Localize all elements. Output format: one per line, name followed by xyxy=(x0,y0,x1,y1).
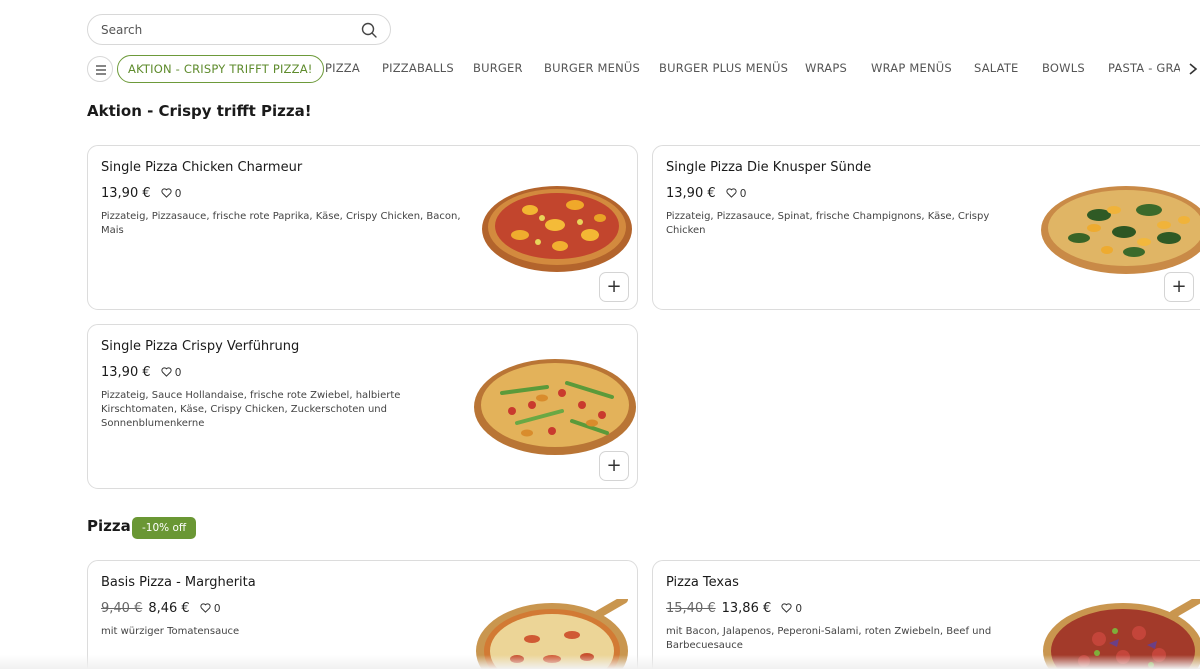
price-row: 13,90 € 0 xyxy=(101,365,181,380)
product-price: 13,86 € xyxy=(721,601,772,616)
product-description: Pizzateig, Pizzasauce, Spinat, frische C… xyxy=(666,211,990,236)
heart-outline-icon xyxy=(200,603,211,613)
pizza-image xyxy=(482,186,632,272)
heart-outline-icon xyxy=(726,188,737,198)
like-button[interactable]: 0 xyxy=(781,603,802,615)
product-description: Pizzateig, Pizzasauce, frische rote Papr… xyxy=(101,211,461,236)
section-title-aktion: Aktion - Crispy trifft Pizza! xyxy=(87,102,312,120)
like-button[interactable]: 0 xyxy=(726,188,747,200)
category-tab-aktion[interactable]: AKTION - CRISPY TRIFFT PIZZA! xyxy=(117,55,324,83)
price-row: 13,90 € 0 xyxy=(666,186,746,201)
price-row: 9,40 € 8,46 € 0 xyxy=(101,601,221,616)
product-name: Single Pizza Chicken Charmeur xyxy=(101,160,303,175)
product-name: Basis Pizza - Margherita xyxy=(101,575,256,590)
pizza-image xyxy=(1041,186,1200,274)
product-old-price: 15,40 € xyxy=(666,601,716,616)
like-button[interactable]: 0 xyxy=(161,188,182,200)
like-count: 0 xyxy=(213,603,221,615)
category-tab-burger-plus-menus[interactable]: BURGER PLUS MENÜS xyxy=(659,55,788,83)
product-name: Single Pizza Die Knusper Sünde xyxy=(666,160,872,175)
search-bar[interactable] xyxy=(87,14,391,45)
product-description: mit würziger Tomatensauce xyxy=(101,626,240,637)
add-to-cart-button[interactable]: + xyxy=(599,272,629,302)
like-button[interactable]: 0 xyxy=(161,367,182,379)
product-description: Pizzateig, Sauce Hollandaise, frische ro… xyxy=(101,390,401,429)
product-name: Pizza Texas xyxy=(666,575,739,590)
category-tab-wraps[interactable]: WRAPS xyxy=(805,55,847,83)
product-card[interactable]: Pizza Texas 15,40 € 13,86 € 0 mit Bacon, … xyxy=(652,560,1200,669)
category-tab-wrap-menus[interactable]: WRAP MENÜS xyxy=(871,55,952,83)
category-tab-burger[interactable]: BURGER xyxy=(473,55,523,83)
section-title-pizza: Pizza xyxy=(87,517,131,535)
category-tab-pizza[interactable]: PIZZA xyxy=(325,55,360,83)
product-old-price: 9,40 € xyxy=(101,601,143,616)
product-card[interactable]: Single Pizza Crispy Verführung 13,90 € 0… xyxy=(87,324,638,489)
category-menu-button[interactable] xyxy=(87,56,113,82)
category-strip: AKTION - CRISPY TRIFFT PIZZA! PIZZA PIZZ… xyxy=(117,55,1180,84)
search-icon[interactable] xyxy=(361,22,377,38)
heart-outline-icon xyxy=(161,188,172,198)
like-button[interactable]: 0 xyxy=(200,603,221,615)
chevron-right-icon[interactable] xyxy=(1186,62,1200,76)
add-to-cart-button[interactable]: + xyxy=(599,451,629,481)
product-price: 8,46 € xyxy=(148,601,190,616)
heart-outline-icon xyxy=(161,367,172,377)
like-count: 0 xyxy=(739,188,747,200)
search-input[interactable] xyxy=(101,21,351,39)
category-tab-burger-menus[interactable]: BURGER MENÜS xyxy=(544,55,640,83)
category-tab-salate[interactable]: SALATE xyxy=(974,55,1019,83)
product-price: 13,90 € xyxy=(101,365,151,380)
heart-outline-icon xyxy=(781,603,792,613)
price-row: 15,40 € 13,86 € 0 xyxy=(666,601,802,616)
category-nav: AKTION - CRISPY TRIFFT PIZZA! PIZZA PIZZ… xyxy=(87,55,1200,84)
category-tab-bowls[interactable]: BOWLS xyxy=(1042,55,1085,83)
price-row: 13,90 € 0 xyxy=(101,186,181,201)
product-name: Single Pizza Crispy Verführung xyxy=(101,339,300,354)
like-count: 0 xyxy=(174,367,182,379)
category-tab-pasta[interactable]: PASTA - GRA xyxy=(1108,55,1180,83)
bottom-fade xyxy=(0,655,1200,669)
product-card[interactable]: Basis Pizza - Margherita 9,40 €8,46 € 0 … xyxy=(87,560,638,669)
discount-badge: -10% off xyxy=(132,517,197,539)
product-price: 13,90 € xyxy=(666,186,716,201)
add-to-cart-button[interactable]: + xyxy=(1164,272,1194,302)
product-price: 13,90 € xyxy=(101,186,151,201)
like-count: 0 xyxy=(795,603,803,615)
pizza-image xyxy=(474,359,636,455)
hamburger-menu-icon xyxy=(96,65,106,75)
product-card[interactable]: Single Pizza Die Knusper Sünde 13,90 € 0… xyxy=(652,145,1200,310)
product-description: mit Bacon, Jalapenos, Peperoni-Salami, r… xyxy=(666,626,992,651)
product-card[interactable]: Single Pizza Chicken Charmeur 13,90 € 0 … xyxy=(87,145,638,310)
category-tab-pizzaballs[interactable]: PIZZABALLS xyxy=(382,55,454,83)
like-count: 0 xyxy=(174,188,182,200)
